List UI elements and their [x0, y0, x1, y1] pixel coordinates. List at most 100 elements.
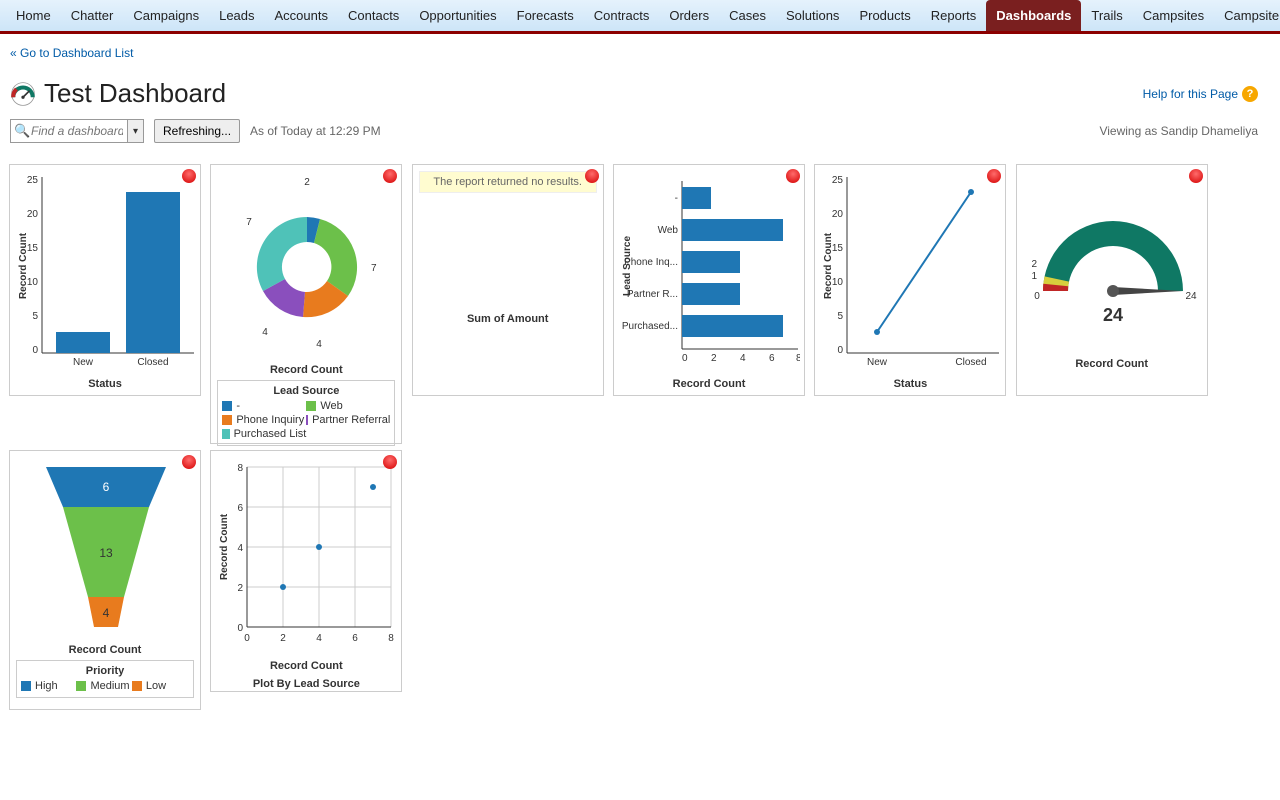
dashboard-gauge-icon — [10, 81, 36, 107]
no-results-banner: The report returned no results. — [419, 171, 597, 193]
svg-text:Record Count: Record Count — [18, 232, 29, 299]
card-line-status: 0510152025 New Closed Record Count Statu… — [814, 164, 1006, 396]
svg-text:Closed: Closed — [956, 357, 987, 368]
svg-text:2: 2 — [238, 583, 244, 594]
search-icon: 🔍 — [14, 123, 30, 139]
x-axis-title: Status — [16, 378, 194, 390]
toolbar: 🔍 ▾ Refreshing... As of Today at 12:29 P… — [10, 119, 1270, 143]
svg-text:6: 6 — [769, 353, 775, 364]
svg-text:Closed: Closed — [137, 357, 168, 368]
card-donut-lead-source: 2 7 4 4 7 Record Count Lead Source - Web… — [210, 164, 402, 444]
card-scatter: 02468 02468 Record Count Record Count Pl… — [210, 450, 402, 692]
donut-title: Record Count — [217, 364, 395, 376]
svg-text:5: 5 — [838, 311, 844, 322]
nav-products[interactable]: Products — [849, 0, 920, 31]
line-chart: 0510152025 New Closed Record Count — [821, 171, 1001, 371]
scatter-x-title: Record Count — [217, 660, 395, 672]
nav-chatter[interactable]: Chatter — [61, 0, 124, 31]
svg-text:4: 4 — [317, 633, 323, 644]
funnel-chart: 6 13 4 — [16, 457, 196, 637]
svg-text:8: 8 — [389, 633, 395, 644]
svg-text:4: 4 — [103, 606, 110, 620]
bar-chart: 0510152025 New Closed Record Count — [16, 171, 196, 371]
nav-opportunities[interactable]: Opportunities — [409, 0, 506, 31]
svg-text:Partner R...: Partner R... — [627, 289, 678, 300]
line-x-title: Status — [821, 378, 999, 390]
svg-text:24: 24 — [1185, 291, 1197, 302]
nav-leads[interactable]: Leads — [209, 0, 264, 31]
nav-campaigns[interactable]: Campaigns — [123, 0, 209, 31]
gauge-title: Record Count — [1023, 358, 1201, 370]
card-menu-icon[interactable] — [1189, 169, 1203, 183]
hbar-chart: - Web Phone Inq... Partner R... Purchase… — [620, 171, 800, 371]
card-menu-icon[interactable] — [182, 169, 196, 183]
svg-text:20: 20 — [832, 209, 844, 220]
page-header: Test Dashboard Help for this Page ? — [10, 78, 1270, 109]
search-dropdown-toggle[interactable]: ▾ — [128, 119, 144, 143]
nav-solutions[interactable]: Solutions — [776, 0, 849, 31]
svg-text:8: 8 — [796, 353, 800, 364]
svg-text:Web: Web — [658, 225, 679, 236]
svg-text:13: 13 — [99, 546, 113, 560]
svg-text:0: 0 — [238, 623, 244, 634]
svg-text:Purchased...: Purchased... — [622, 321, 678, 332]
nav-forecasts[interactable]: Forecasts — [507, 0, 584, 31]
svg-text:4: 4 — [317, 339, 323, 350]
svg-text:2: 2 — [1031, 259, 1037, 270]
svg-text:8: 8 — [238, 463, 244, 474]
nav-contracts[interactable]: Contracts — [584, 0, 660, 31]
svg-text:4: 4 — [238, 543, 244, 554]
nav-campsite-reservations[interactable]: Campsite Reservations — [1214, 0, 1280, 31]
svg-text:0: 0 — [245, 633, 251, 644]
donut-chart: 2 7 4 4 7 — [217, 171, 397, 357]
svg-text:0: 0 — [838, 345, 844, 356]
card-funnel-priority: 6 13 4 Record Count Priority High Medium… — [9, 450, 201, 710]
svg-text:24: 24 — [1103, 305, 1123, 325]
card-menu-icon[interactable] — [786, 169, 800, 183]
viewing-as-label: Viewing as Sandip Dhameliya — [1099, 124, 1258, 138]
hbar-x-title: Record Count — [620, 378, 798, 390]
nav-dashboards[interactable]: Dashboards — [986, 0, 1081, 31]
svg-text:0: 0 — [32, 345, 38, 356]
svg-text:4: 4 — [263, 327, 269, 338]
back-to-list-link[interactable]: « Go to Dashboard List — [10, 46, 1270, 60]
svg-text:New: New — [73, 357, 94, 368]
svg-text:6: 6 — [353, 633, 359, 644]
scatter-title: Plot By Lead Source — [217, 678, 395, 690]
nav-contacts[interactable]: Contacts — [338, 0, 409, 31]
svg-text:25: 25 — [832, 175, 844, 186]
top-nav: HomeChatterCampaignsLeadsAccountsContact… — [0, 0, 1280, 34]
nav-campsites[interactable]: Campsites — [1133, 0, 1214, 31]
svg-text:25: 25 — [27, 175, 39, 186]
svg-text:20: 20 — [27, 209, 39, 220]
card-menu-icon[interactable] — [585, 169, 599, 183]
svg-text:5: 5 — [32, 311, 38, 322]
refresh-button[interactable]: Refreshing... — [154, 119, 240, 143]
nav-reports[interactable]: Reports — [921, 0, 987, 31]
card-menu-icon[interactable] — [182, 455, 196, 469]
nav-home[interactable]: Home — [6, 0, 61, 31]
card-bar-status: 0510152025 New Closed Record Count Statu… — [9, 164, 201, 396]
svg-text:2: 2 — [305, 177, 311, 188]
page-title: Test Dashboard — [44, 78, 226, 109]
svg-text:7: 7 — [371, 263, 377, 274]
svg-text:Lead Source: Lead Source — [622, 236, 633, 296]
scatter-chart: 02468 02468 Record Count — [217, 457, 397, 653]
nav-orders[interactable]: Orders — [659, 0, 719, 31]
svg-text:Record Count: Record Count — [823, 232, 834, 299]
svg-text:1: 1 — [1031, 271, 1037, 282]
nav-cases[interactable]: Cases — [719, 0, 776, 31]
nav-accounts[interactable]: Accounts — [265, 0, 338, 31]
svg-text:6: 6 — [238, 503, 244, 514]
card-hbar-lead-source: - Web Phone Inq... Partner R... Purchase… — [613, 164, 805, 396]
card-gauge: 0 24 1 2 24 Record Count — [1016, 164, 1208, 396]
svg-text:-: - — [675, 193, 678, 204]
funnel-legend: Priority High Medium Low — [16, 660, 194, 698]
svg-text:0: 0 — [682, 353, 688, 364]
dashboard-search: 🔍 ▾ — [10, 119, 144, 143]
help-link[interactable]: Help for this Page ? — [1143, 86, 1258, 102]
svg-text:6: 6 — [103, 480, 110, 494]
nav-trails[interactable]: Trails — [1081, 0, 1132, 31]
funnel-title: Record Count — [16, 644, 194, 656]
gauge-chart: 0 24 1 2 24 — [1023, 171, 1203, 351]
